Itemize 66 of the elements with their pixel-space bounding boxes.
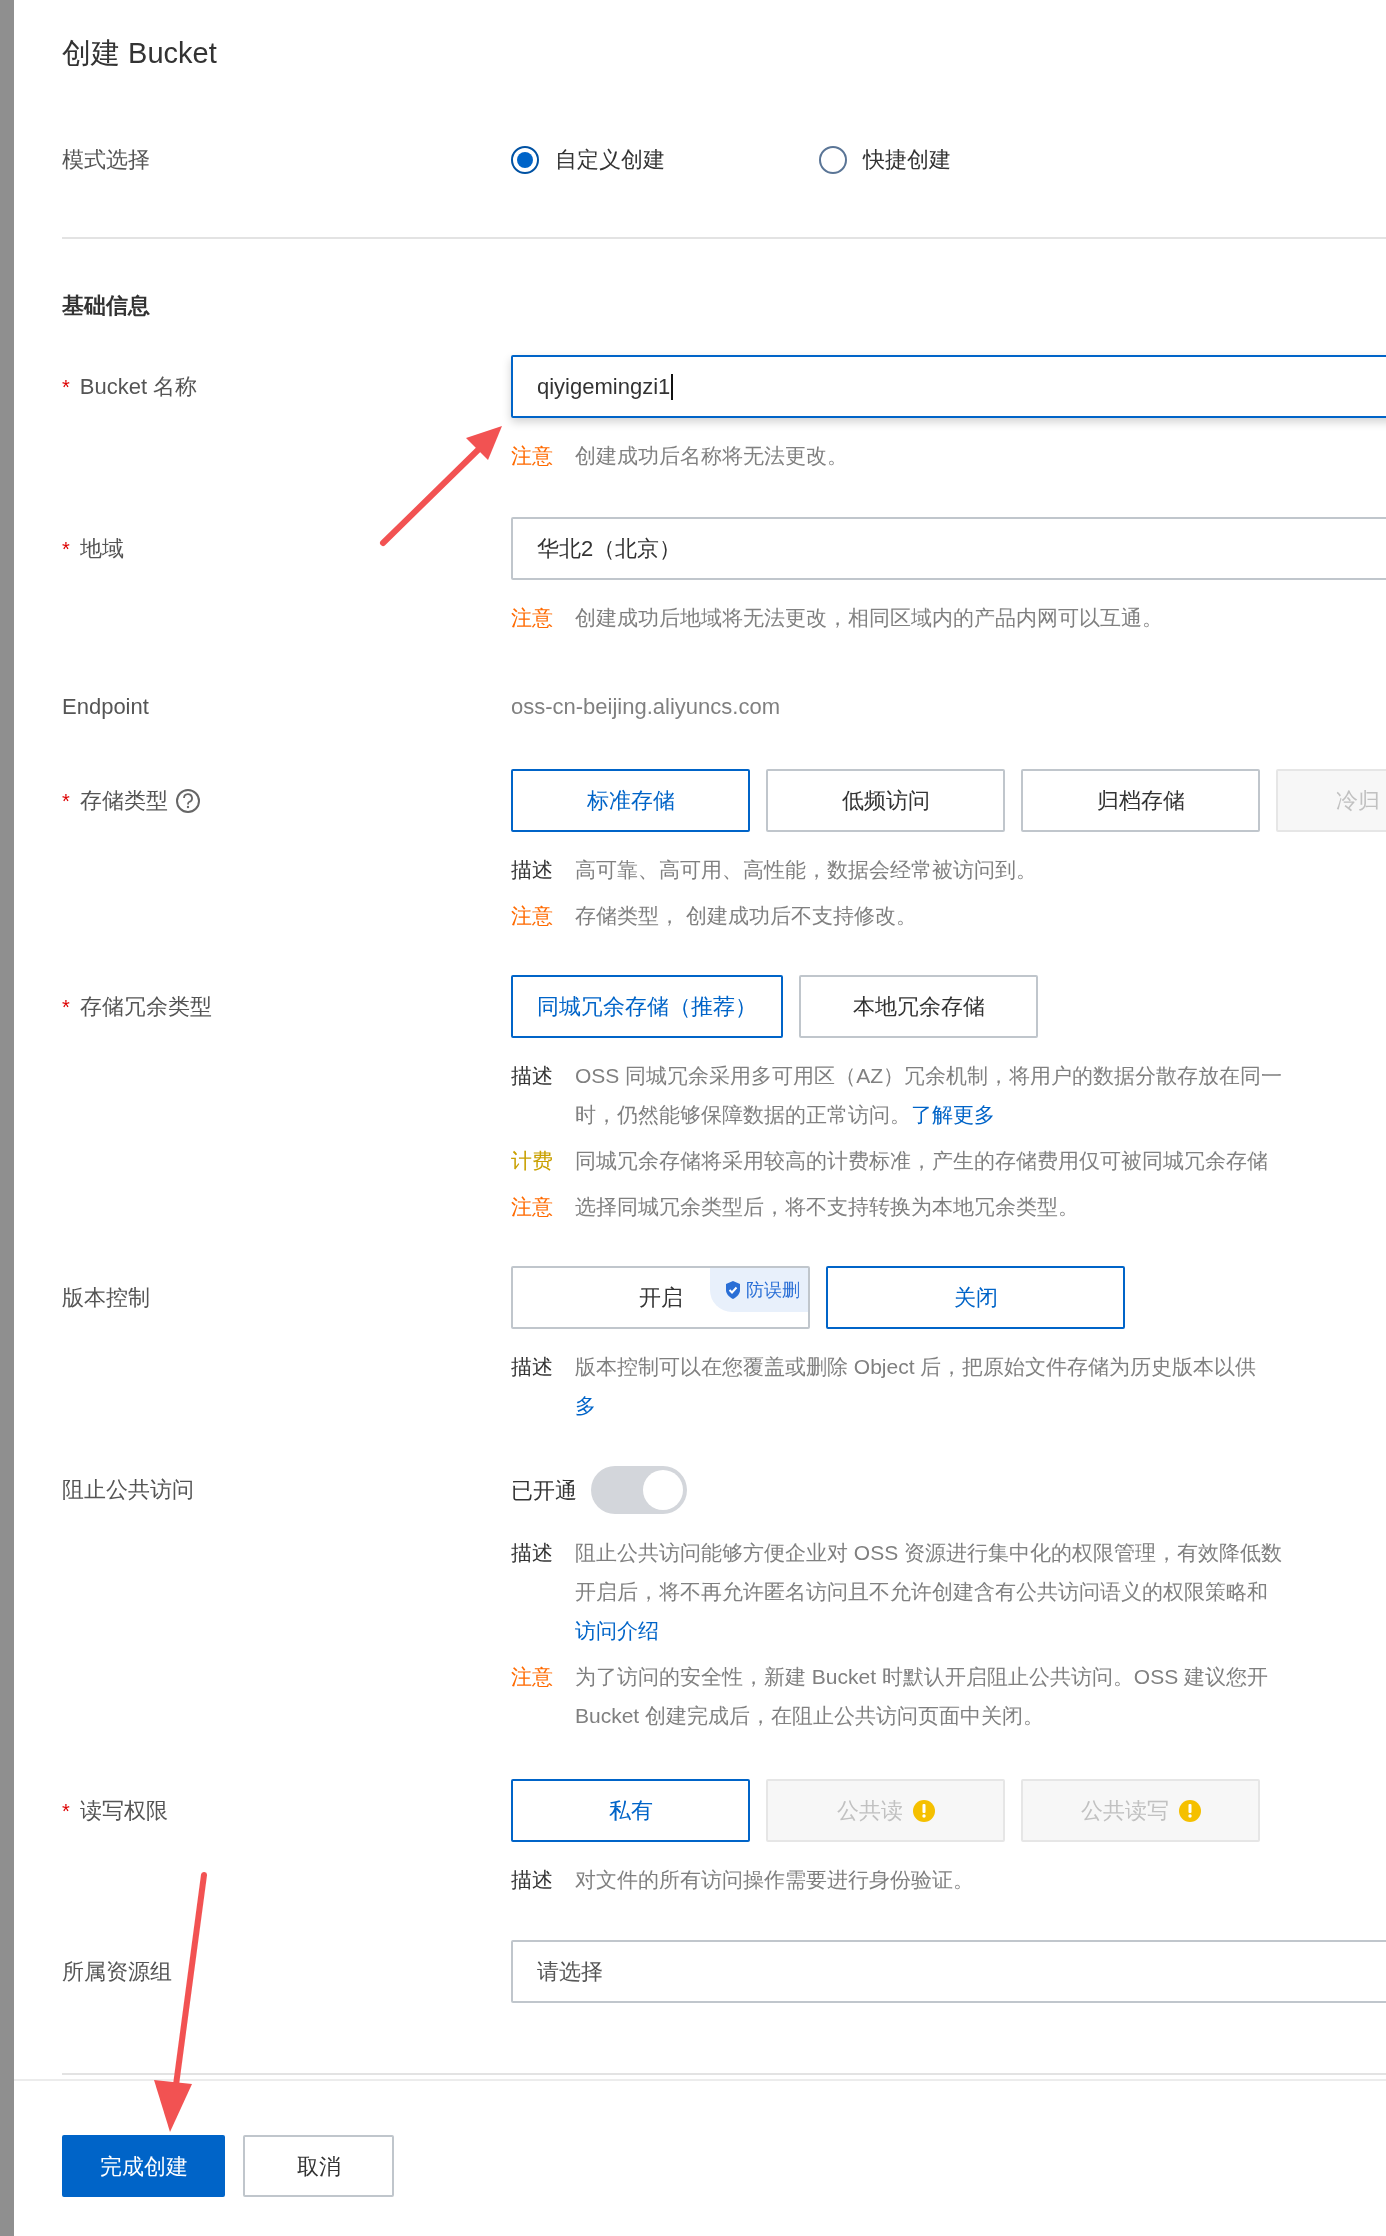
status-text: 已开通: [511, 1476, 577, 1505]
note-tag: 描述: [511, 850, 575, 889]
option-button[interactable]: 本地冗余存储: [799, 975, 1038, 1038]
required-mark: *: [62, 536, 70, 562]
select-field[interactable]: 华北2（北京）: [511, 517, 1386, 580]
dialog-title: 创建 Bucket: [62, 36, 218, 71]
field-label: 存储冗余类型: [79, 993, 212, 1021]
help-icon[interactable]: [175, 788, 200, 813]
field-label: 阻止公共访问: [62, 1476, 194, 1504]
shield-icon: [724, 1280, 742, 1300]
note-tag: 描述: [511, 1533, 575, 1650]
note-text: OSS 同城冗余采用多可用区（AZ）冗余机制，将用户的数据分散存放在同一: [575, 1063, 1283, 1089]
note-tag: 注意: [511, 598, 575, 637]
option-button[interactable]: 私有: [511, 1779, 750, 1842]
option-button[interactable]: 开启 防误删: [511, 1266, 810, 1329]
note-text: 开启后，将不再允许匿名访问且不允许创建含有公共访问语义的权限策略和: [575, 1579, 1268, 1605]
note-tag: 描述: [511, 1860, 575, 1899]
required-mark: *: [62, 374, 70, 400]
radio-option[interactable]: 快捷创建: [819, 143, 951, 176]
option-button[interactable]: 低频访问: [766, 769, 1005, 832]
select-field[interactable]: 请选择: [511, 1940, 1386, 2003]
note-text: Bucket 创建完成后，在阻止公共访问页面中关闭。: [575, 1703, 1045, 1729]
note-text: 创建成功后地域将无法更改，相同区域内的产品内网可以互通。: [575, 605, 1163, 631]
input-field[interactable]: qiyigemingzi1: [511, 355, 1386, 418]
link[interactable]: 了解更多: [911, 1095, 995, 1134]
note-tag: 描述: [511, 1056, 575, 1134]
option-button[interactable]: 归档存储: [1021, 769, 1260, 832]
note-tag: 描述: [511, 1347, 575, 1425]
field-label: 存储类型: [79, 787, 168, 815]
note-text: 存储类型， 创建成功后不支持修改。: [575, 903, 917, 929]
cancel-button[interactable]: 取消: [243, 2135, 394, 2197]
note-text: 阻止公共访问能够方便企业对 OSS 资源进行集中化的权限管理，有效降低数: [575, 1540, 1283, 1566]
field-label: 版本控制: [62, 1284, 150, 1312]
note-text: 对文件的所有访问操作需要进行身份验证。: [575, 1867, 974, 1893]
note-text: 高可靠、高可用、高性能，数据会经常被访问到。: [575, 857, 1037, 883]
option-button[interactable]: 同城冗余存储（推荐）: [511, 975, 783, 1038]
note-tag: 注意: [511, 1657, 575, 1735]
note-text: 版本控制可以在您覆盖或删除 Object 后，把原始文件存储为历史版本以供: [575, 1354, 1257, 1380]
section-title: 基础信息: [62, 292, 151, 320]
field-label: 地域: [79, 535, 124, 563]
radio-button[interactable]: [511, 145, 539, 174]
field-label: 模式选择: [62, 146, 151, 174]
radio-option[interactable]: 自定义创建: [511, 143, 819, 176]
note-tag: 注意: [511, 1187, 575, 1226]
badge: 防误删: [710, 1268, 808, 1312]
note-tag: 注意: [511, 896, 575, 935]
create-button[interactable]: 完成创建: [62, 2135, 225, 2197]
field-label: Endpoint: [62, 693, 149, 721]
note-tag: 计费: [511, 1141, 575, 1180]
note-text: 选择同城冗余类型后，将不支持转换为本地冗余类型。: [575, 1194, 1079, 1220]
note-text: 时，仍然能够保障数据的正常访问。: [575, 1102, 911, 1128]
note-tag: 注意: [511, 436, 575, 475]
option-button[interactable]: 标准存储: [511, 769, 750, 832]
note-text: 创建成功后名称将无法更改。: [575, 443, 848, 469]
field-label: 读写权限: [79, 1797, 168, 1825]
option-button[interactable]: 关闭: [826, 1266, 1125, 1329]
endpoint-text: oss-cn-beijing.aliyuncs.com: [511, 693, 780, 721]
note-text: 同城冗余存储将采用较高的计费标准，产生的存储费用仅可被同城冗余存储: [575, 1148, 1268, 1174]
field-label: Bucket 名称: [79, 373, 198, 401]
link[interactable]: 多: [575, 1386, 596, 1425]
note-text: 为了访问的安全性，新建 Bucket 时默认开启阻止公共访问。OSS 建议您开: [575, 1664, 1269, 1690]
required-mark: *: [62, 1798, 70, 1824]
required-mark: *: [62, 788, 70, 814]
field-label: 所属资源组: [62, 1958, 172, 1986]
radio-button[interactable]: [819, 145, 847, 174]
required-mark: *: [62, 994, 70, 1020]
